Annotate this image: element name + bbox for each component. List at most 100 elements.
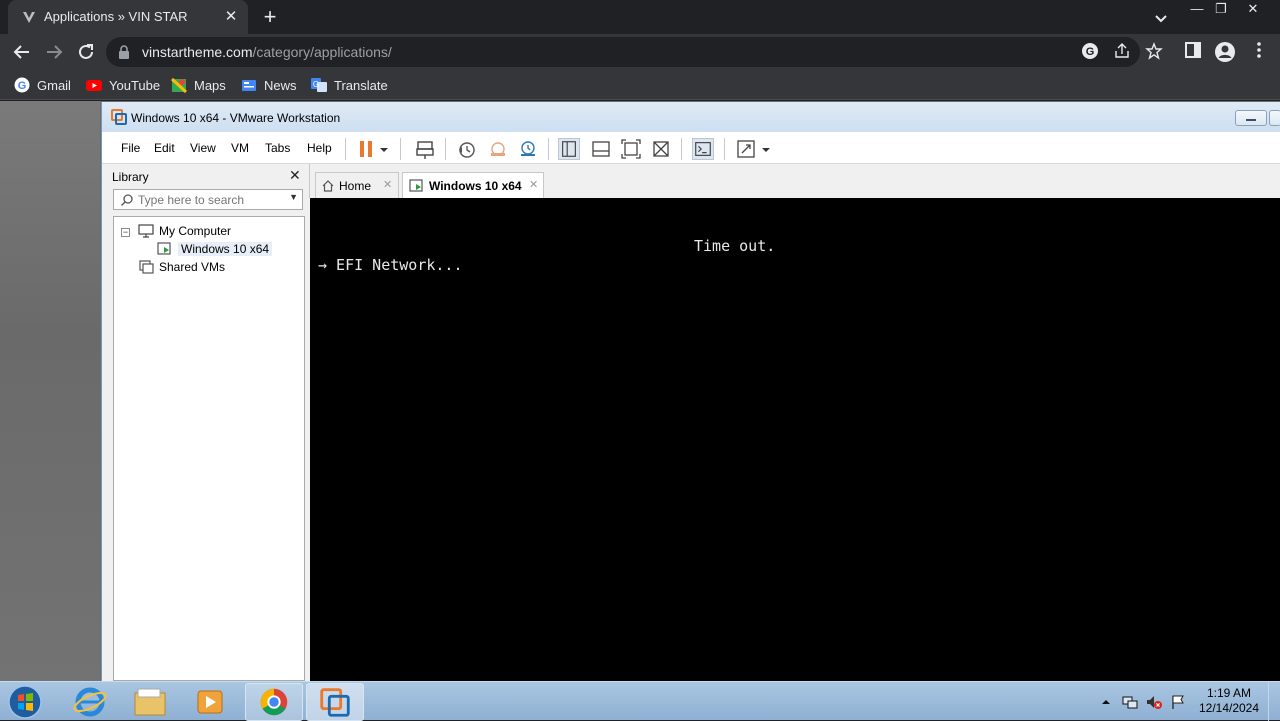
show-library-icon[interactable] bbox=[558, 138, 580, 160]
console-view-icon[interactable] bbox=[692, 138, 714, 160]
menu-vm[interactable]: VM bbox=[231, 141, 249, 155]
bookmark-news[interactable]: News bbox=[241, 76, 297, 94]
tree-item-my-computer[interactable]: My Computer bbox=[138, 222, 231, 240]
bookmarks-bar: G Gmail YouTube Maps News G Translate bbox=[0, 70, 1280, 100]
tree-item-label: My Computer bbox=[159, 224, 232, 238]
tab-search-chevron-icon[interactable] bbox=[1150, 7, 1172, 29]
tab-close-icon[interactable]: ✕ bbox=[220, 6, 242, 28]
show-desktop-button[interactable] bbox=[1268, 682, 1280, 721]
url-text[interactable]: vinstartheme.com/category/applications/ bbox=[142, 44, 392, 60]
full-screen-icon[interactable] bbox=[620, 138, 642, 160]
tab-windows-10-x64[interactable]: Windows 10 x64 ✕ bbox=[402, 172, 544, 198]
clock-time: 1:19 AM bbox=[1206, 686, 1252, 700]
library-title: Library bbox=[112, 170, 149, 184]
address-bar[interactable]: vinstartheme.com/category/applications/ … bbox=[106, 37, 1163, 67]
back-arrow-icon[interactable] bbox=[8, 38, 36, 66]
bookmark-label: YouTube bbox=[109, 77, 161, 93]
tab-home[interactable]: Home ✕ bbox=[315, 172, 399, 198]
toolbar-separator bbox=[681, 138, 682, 160]
library-close-icon[interactable]: ✕ bbox=[289, 167, 301, 184]
more-menu-icon[interactable] bbox=[1248, 41, 1270, 63]
side-panel-icon[interactable] bbox=[1182, 41, 1204, 63]
revert-snapshot-icon[interactable] bbox=[487, 138, 509, 160]
page-background bbox=[0, 101, 100, 681]
bookmark-label: Maps bbox=[194, 77, 226, 93]
library-tree: − My Computer Windows 10 x64 Shared VMs bbox=[113, 216, 305, 681]
stretch-guest-icon[interactable] bbox=[735, 138, 757, 160]
library-search-box[interactable]: ▼ bbox=[113, 189, 303, 210]
tab-windows-10-x64-label: Windows 10 x64 bbox=[429, 179, 522, 193]
reload-icon[interactable] bbox=[72, 38, 100, 66]
toolbar-separator bbox=[548, 138, 549, 160]
snapshot-manager-icon[interactable] bbox=[517, 138, 539, 160]
unity-icon[interactable] bbox=[650, 138, 672, 160]
library-panel: Library ✕ ▼ − My Computer Windows 10 x64 bbox=[102, 164, 309, 681]
chrome-icon[interactable] bbox=[245, 683, 303, 721]
vmware-window-title: Windows 10 x64 - VMware Workstation bbox=[131, 111, 341, 125]
profile-avatar-icon[interactable] bbox=[1214, 41, 1236, 63]
taskbar-clock[interactable]: 1:19 AM 12/14/2024 bbox=[1196, 686, 1262, 716]
lock-icon[interactable] bbox=[118, 45, 130, 59]
tree-item-windows-10-x64[interactable]: Windows 10 x64 bbox=[157, 240, 273, 258]
bookmark-label: News bbox=[264, 77, 297, 93]
vinstar-favicon-icon bbox=[23, 12, 35, 23]
svg-text:G: G bbox=[313, 80, 319, 89]
bookmark-gmail[interactable]: G Gmail bbox=[14, 76, 71, 94]
vmware-minimize-icon[interactable] bbox=[1235, 110, 1267, 126]
pause-icon[interactable] bbox=[355, 138, 377, 160]
menu-edit[interactable]: Edit bbox=[154, 141, 175, 155]
action-center-flag-icon[interactable] bbox=[1170, 694, 1186, 710]
browser-tab[interactable]: Applications » VIN STAR ✕ bbox=[8, 0, 248, 34]
restore-window-icon[interactable]: ❐ bbox=[1208, 0, 1234, 20]
url-host: vinstartheme.com bbox=[142, 44, 253, 60]
menu-view[interactable]: View bbox=[190, 141, 216, 155]
vmware-logo-icon bbox=[111, 109, 127, 125]
thumbnail-bar-icon[interactable] bbox=[590, 138, 612, 160]
menu-help[interactable]: Help bbox=[307, 141, 332, 155]
bookmark-youtube[interactable]: YouTube bbox=[86, 76, 160, 94]
toolbar-separator bbox=[445, 138, 446, 160]
start-orb-icon[interactable] bbox=[5, 683, 45, 721]
tab-windows-10-x64-close-icon[interactable]: ✕ bbox=[529, 178, 538, 191]
media-player-icon[interactable] bbox=[181, 683, 239, 721]
bookmark-label: Translate bbox=[334, 77, 388, 93]
power-dropdown-chevron-icon[interactable] bbox=[377, 138, 391, 160]
internet-explorer-icon[interactable] bbox=[61, 683, 119, 721]
stretch-dropdown-chevron-icon[interactable] bbox=[759, 138, 773, 160]
share-icon[interactable] bbox=[1112, 42, 1132, 62]
vmware-icon[interactable] bbox=[306, 683, 364, 721]
show-hidden-icons-icon[interactable] bbox=[1098, 694, 1114, 710]
url-path: /category/applications/ bbox=[252, 44, 392, 60]
tree-item-shared-vms[interactable]: Shared VMs bbox=[138, 258, 225, 276]
browser-toolbar: vinstartheme.com/category/applications/ … bbox=[0, 34, 1280, 70]
maps-icon bbox=[171, 77, 187, 93]
send-ctrl-alt-del-icon[interactable] bbox=[414, 138, 436, 160]
search-dropdown-chevron-icon[interactable]: ▼ bbox=[289, 192, 298, 202]
vm-console-screen[interactable]: Time out. → EFI Network... bbox=[310, 198, 1280, 681]
menu-file[interactable]: File bbox=[121, 141, 140, 155]
new-tab-button[interactable]: + bbox=[258, 5, 282, 29]
tab-home-close-icon[interactable]: ✕ bbox=[383, 178, 392, 191]
translate-icon: G bbox=[311, 78, 327, 92]
vmware-title-bar[interactable]: Windows 10 x64 - VMware Workstation bbox=[102, 102, 1280, 132]
minimize-window-icon[interactable]: — bbox=[1184, 0, 1210, 20]
vm-workspace: Home ✕ Windows 10 x64 ✕ Time out. → EFI … bbox=[309, 164, 1280, 681]
bookmark-star-icon[interactable] bbox=[1144, 42, 1164, 62]
tree-collapse-toggle[interactable]: − bbox=[121, 228, 130, 237]
snapshot-icon[interactable] bbox=[456, 138, 478, 160]
menu-tabs[interactable]: Tabs bbox=[265, 141, 290, 155]
file-explorer-icon[interactable] bbox=[121, 683, 179, 721]
vmware-window: Windows 10 x64 - VMware Workstation File… bbox=[101, 102, 1280, 681]
google-lens-icon[interactable]: G bbox=[1080, 42, 1100, 62]
tab-home-label: Home bbox=[339, 179, 372, 193]
search-icon bbox=[121, 194, 133, 206]
windows-taskbar: 1:19 AM 12/14/2024 bbox=[0, 681, 1280, 721]
bookmark-translate[interactable]: G Translate bbox=[311, 76, 388, 94]
volume-muted-icon[interactable] bbox=[1146, 694, 1162, 710]
forward-arrow-icon[interactable] bbox=[40, 38, 68, 66]
network-icon[interactable] bbox=[1122, 694, 1138, 710]
close-window-icon[interactable]: ✕ bbox=[1240, 0, 1266, 20]
vmware-maximize-icon[interactable] bbox=[1269, 110, 1280, 126]
library-search-input[interactable] bbox=[138, 192, 278, 207]
bookmark-maps[interactable]: Maps bbox=[171, 76, 226, 94]
